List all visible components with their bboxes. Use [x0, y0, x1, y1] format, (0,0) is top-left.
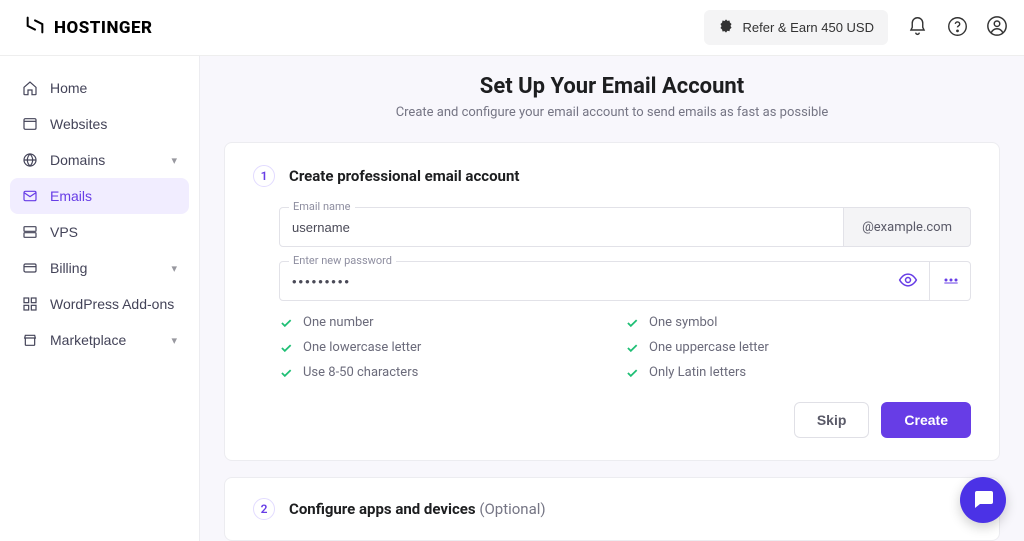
account-button[interactable]	[986, 17, 1008, 39]
optional-label: (Optional)	[479, 500, 545, 518]
password-rules: One number One symbol One lowercase lett…	[279, 315, 971, 380]
password-field: Enter new password	[279, 261, 971, 301]
chevron-down-icon: ▾	[171, 334, 177, 347]
chevron-down-icon: ▾	[171, 154, 177, 167]
check-icon	[625, 366, 639, 380]
check-icon	[625, 316, 639, 330]
check-icon	[625, 341, 639, 355]
step-number-badge: 2	[253, 498, 275, 520]
shop-icon	[22, 332, 38, 348]
sidebar-item-wordpress-addons[interactable]: WordPress Add-ons	[10, 286, 189, 322]
domain-suffix: @example.com	[844, 207, 971, 247]
chat-fab-button[interactable]	[960, 477, 1006, 523]
brand[interactable]: HOSTINGER	[24, 14, 153, 41]
sidebar: Home Websites Domains ▾ Emails VPS	[0, 56, 200, 541]
email-name-input[interactable]	[279, 207, 844, 247]
step-number-badge: 1	[253, 165, 275, 187]
sidebar-item-label: Billing	[50, 260, 87, 276]
email-name-field: Email name @example.com	[279, 207, 971, 247]
sidebar-item-label: Home	[50, 80, 87, 96]
topbar-icons	[906, 17, 1008, 39]
grid-icon	[22, 296, 38, 312]
check-icon	[279, 341, 293, 355]
refer-earn-label: Refer & Earn 450 USD	[742, 20, 874, 35]
mail-icon	[22, 188, 38, 204]
brand-logo-icon	[24, 14, 46, 41]
toggle-password-visibility-button[interactable]	[887, 261, 929, 301]
sidebar-item-label: WordPress Add-ons	[50, 296, 174, 312]
step1-actions: Skip Create	[279, 402, 971, 438]
rule-text: Only Latin letters	[649, 365, 746, 380]
password-rule: One uppercase letter	[625, 340, 971, 355]
password-rule: One lowercase letter	[279, 340, 625, 355]
sidebar-item-domains[interactable]: Domains ▾	[10, 142, 189, 178]
chevron-down-icon: ▾	[171, 262, 177, 275]
rule-text: One number	[303, 315, 374, 330]
rule-text: One uppercase letter	[649, 340, 769, 355]
sidebar-item-websites[interactable]: Websites	[10, 106, 189, 142]
bell-icon	[907, 16, 928, 40]
avatar-icon	[986, 15, 1008, 40]
help-icon	[947, 16, 968, 40]
refer-earn-button[interactable]: Refer & Earn 450 USD	[704, 10, 888, 45]
card-title: Create professional email account	[289, 167, 519, 185]
page-title: Set Up Your Email Account	[224, 74, 1000, 99]
check-icon	[279, 366, 293, 380]
sidebar-item-marketplace[interactable]: Marketplace ▾	[10, 322, 189, 358]
password-rule: Only Latin letters	[625, 365, 971, 380]
brand-name: HOSTINGER	[54, 18, 153, 38]
sidebar-item-label: Marketplace	[50, 332, 126, 348]
sidebar-item-label: Domains	[50, 152, 105, 168]
topbar: HOSTINGER Refer & Earn 450 USD	[0, 0, 1024, 56]
step1-card: 1 Create professional email account Emai…	[224, 142, 1000, 461]
card-icon	[22, 260, 38, 276]
sidebar-item-label: VPS	[50, 224, 78, 240]
window-icon	[22, 116, 38, 132]
page-subtitle: Create and configure your email account …	[224, 105, 1000, 120]
sidebar-item-billing[interactable]: Billing ▾	[10, 250, 189, 286]
main-content: Set Up Your Email Account Create and con…	[200, 56, 1024, 541]
password-rule: Use 8-50 characters	[279, 365, 625, 380]
chat-icon	[971, 487, 995, 514]
rosette-icon	[718, 18, 734, 37]
sidebar-item-label: Emails	[50, 188, 92, 204]
notifications-button[interactable]	[906, 17, 928, 39]
generate-password-button[interactable]	[929, 261, 971, 301]
help-button[interactable]	[946, 17, 968, 39]
rule-text: One symbol	[649, 315, 717, 330]
eye-icon	[898, 270, 918, 293]
email-name-label: Email name	[289, 200, 355, 213]
password-rule: One symbol	[625, 315, 971, 330]
password-label: Enter new password	[289, 254, 396, 267]
check-icon	[279, 316, 293, 330]
password-rule: One number	[279, 315, 625, 330]
create-button[interactable]: Create	[881, 402, 971, 438]
sidebar-item-home[interactable]: Home	[10, 70, 189, 106]
card-title: Configure apps and devices (Optional)	[289, 500, 546, 518]
step1-form: Email name @example.com Enter new passwo…	[253, 207, 971, 438]
sidebar-item-label: Websites	[50, 116, 107, 132]
dots-icon	[941, 270, 961, 293]
rule-text: Use 8-50 characters	[303, 365, 418, 380]
home-icon	[22, 80, 38, 96]
password-input[interactable]	[279, 261, 971, 301]
server-icon	[22, 224, 38, 240]
card-header: 1 Create professional email account	[253, 165, 971, 187]
globe-icon	[22, 152, 38, 168]
step2-title-text: Configure apps and devices	[289, 500, 479, 518]
rule-text: One lowercase letter	[303, 340, 421, 355]
step2-card: 2 Configure apps and devices (Optional)	[224, 477, 1000, 541]
skip-button[interactable]: Skip	[794, 402, 870, 438]
sidebar-item-vps[interactable]: VPS	[10, 214, 189, 250]
sidebar-item-emails[interactable]: Emails	[10, 178, 189, 214]
